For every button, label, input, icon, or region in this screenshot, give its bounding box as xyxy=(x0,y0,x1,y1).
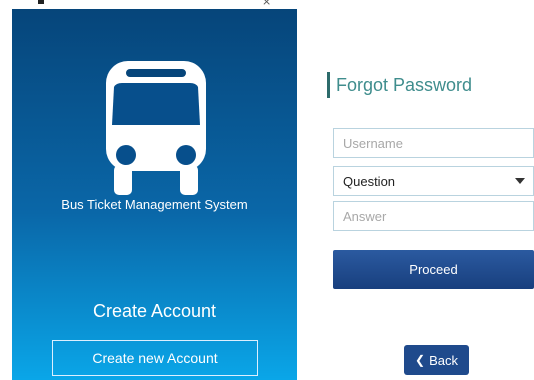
back-button-label: Back xyxy=(429,352,458,368)
create-account-heading: Create Account xyxy=(92,301,217,321)
close-icon[interactable]: × xyxy=(262,0,271,7)
username-input[interactable] xyxy=(343,129,533,157)
bus-icon xyxy=(106,61,206,195)
page-title: Forgot Password xyxy=(327,72,472,98)
question-select-value: Question xyxy=(343,173,396,189)
answer-input[interactable] xyxy=(343,202,533,230)
chevron-down-icon[interactable] xyxy=(515,178,525,184)
branding-panel: Bus Ticket Management System Create Acco… xyxy=(12,9,297,380)
question-select[interactable]: Question xyxy=(333,166,534,196)
answer-field[interactable] xyxy=(333,201,534,231)
window-top-strip: × xyxy=(0,0,534,9)
chevron-left-icon: ❮ xyxy=(415,353,426,367)
create-new-account-button[interactable]: Create new Account xyxy=(52,340,258,376)
window-edge-mark xyxy=(38,0,44,4)
proceed-button[interactable]: Proceed xyxy=(333,250,534,289)
back-button[interactable]: ❮ Back xyxy=(404,345,469,375)
app-title: Bus Ticket Management System xyxy=(61,197,248,212)
username-field[interactable] xyxy=(333,128,534,158)
